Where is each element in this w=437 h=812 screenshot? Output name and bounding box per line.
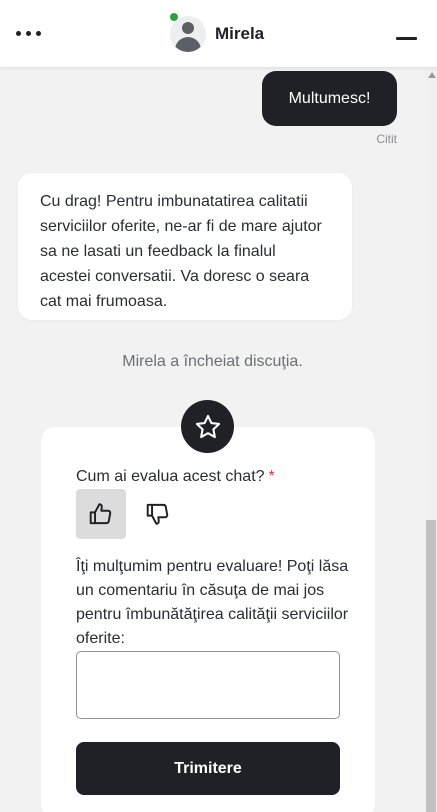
- agent-name: Mirela: [215, 24, 265, 43]
- minimize-icon[interactable]: [396, 37, 417, 40]
- incoming-message: Cu drag! Pentru imbunatatirea calitatii …: [18, 173, 352, 320]
- avatar-body: [175, 37, 201, 52]
- thumbs-down-icon: [146, 503, 169, 525]
- outgoing-message: Multumesc!: [262, 71, 397, 126]
- rating-question-text: Cum ai evalua acest chat?: [76, 468, 265, 485]
- avatar-head: [182, 22, 194, 34]
- comment-field[interactable]: [76, 651, 340, 719]
- thumbs-up-button[interactable]: [76, 489, 126, 539]
- read-status: Citit: [376, 132, 397, 146]
- more-options-icon[interactable]: [16, 28, 44, 38]
- scrollbar-thumb[interactable]: [426, 520, 436, 812]
- thumbs-down-button[interactable]: [133, 489, 183, 539]
- star-icon: [181, 400, 234, 453]
- chat-header: Mirela: [0, 0, 437, 67]
- online-status-indicator: [169, 12, 179, 22]
- submit-button[interactable]: Trimitere: [76, 742, 340, 795]
- required-mark: *: [268, 468, 275, 485]
- system-message: Mirela a încheiat discuţia.: [122, 353, 303, 370]
- agent-info: Mirela: [170, 13, 264, 55]
- thumbs-up-icon: [89, 503, 112, 525]
- rating-question: Cum ai evalua acest chat? *: [76, 468, 275, 486]
- feedback-thanks-text: Îţi mulţumim pentru evaluare! Poţi lăsa …: [76, 558, 349, 647]
- dot: [16, 30, 21, 36]
- scroll-up-arrow-icon[interactable]: [428, 72, 436, 78]
- dot: [36, 30, 41, 36]
- dot: [26, 30, 31, 36]
